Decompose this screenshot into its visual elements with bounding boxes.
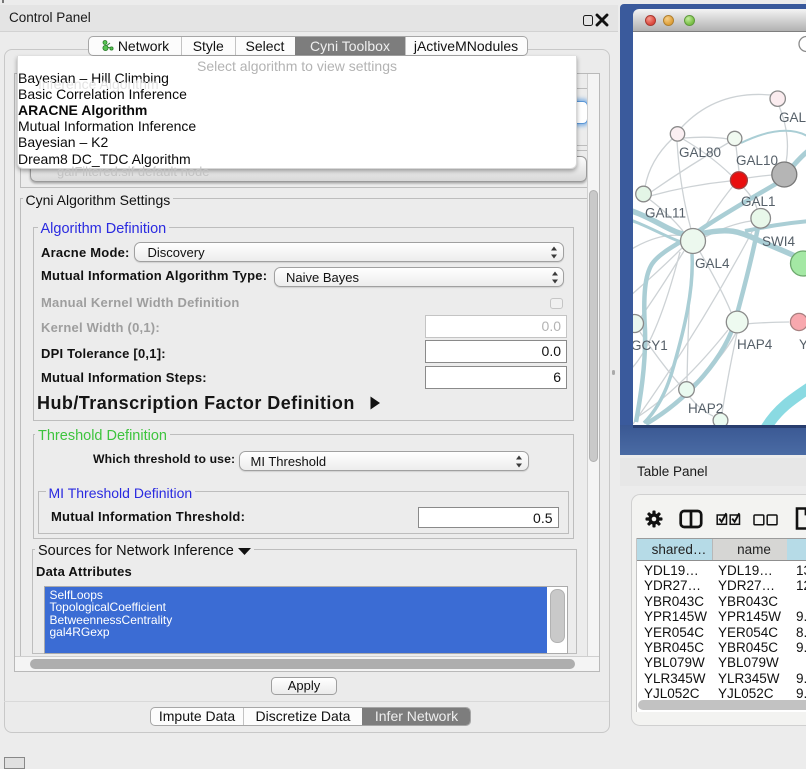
svg-text:GAL80: GAL80 bbox=[679, 145, 721, 160]
svg-text:GAL4: GAL4 bbox=[695, 256, 730, 271]
svg-text:HAP2: HAP2 bbox=[688, 401, 723, 416]
svg-text:GAL1: GAL1 bbox=[741, 194, 776, 209]
svg-text:Y: Y bbox=[799, 337, 806, 352]
svg-text:HAP4: HAP4 bbox=[737, 337, 773, 352]
svg-text:SWI4: SWI4 bbox=[762, 234, 795, 249]
svg-text:GAL2: GAL2 bbox=[779, 110, 806, 125]
svg-text:GAL11: GAL11 bbox=[645, 206, 686, 221]
svg-text:GAL10: GAL10 bbox=[736, 153, 778, 168]
svg-text:GCY1: GCY1 bbox=[633, 338, 668, 353]
